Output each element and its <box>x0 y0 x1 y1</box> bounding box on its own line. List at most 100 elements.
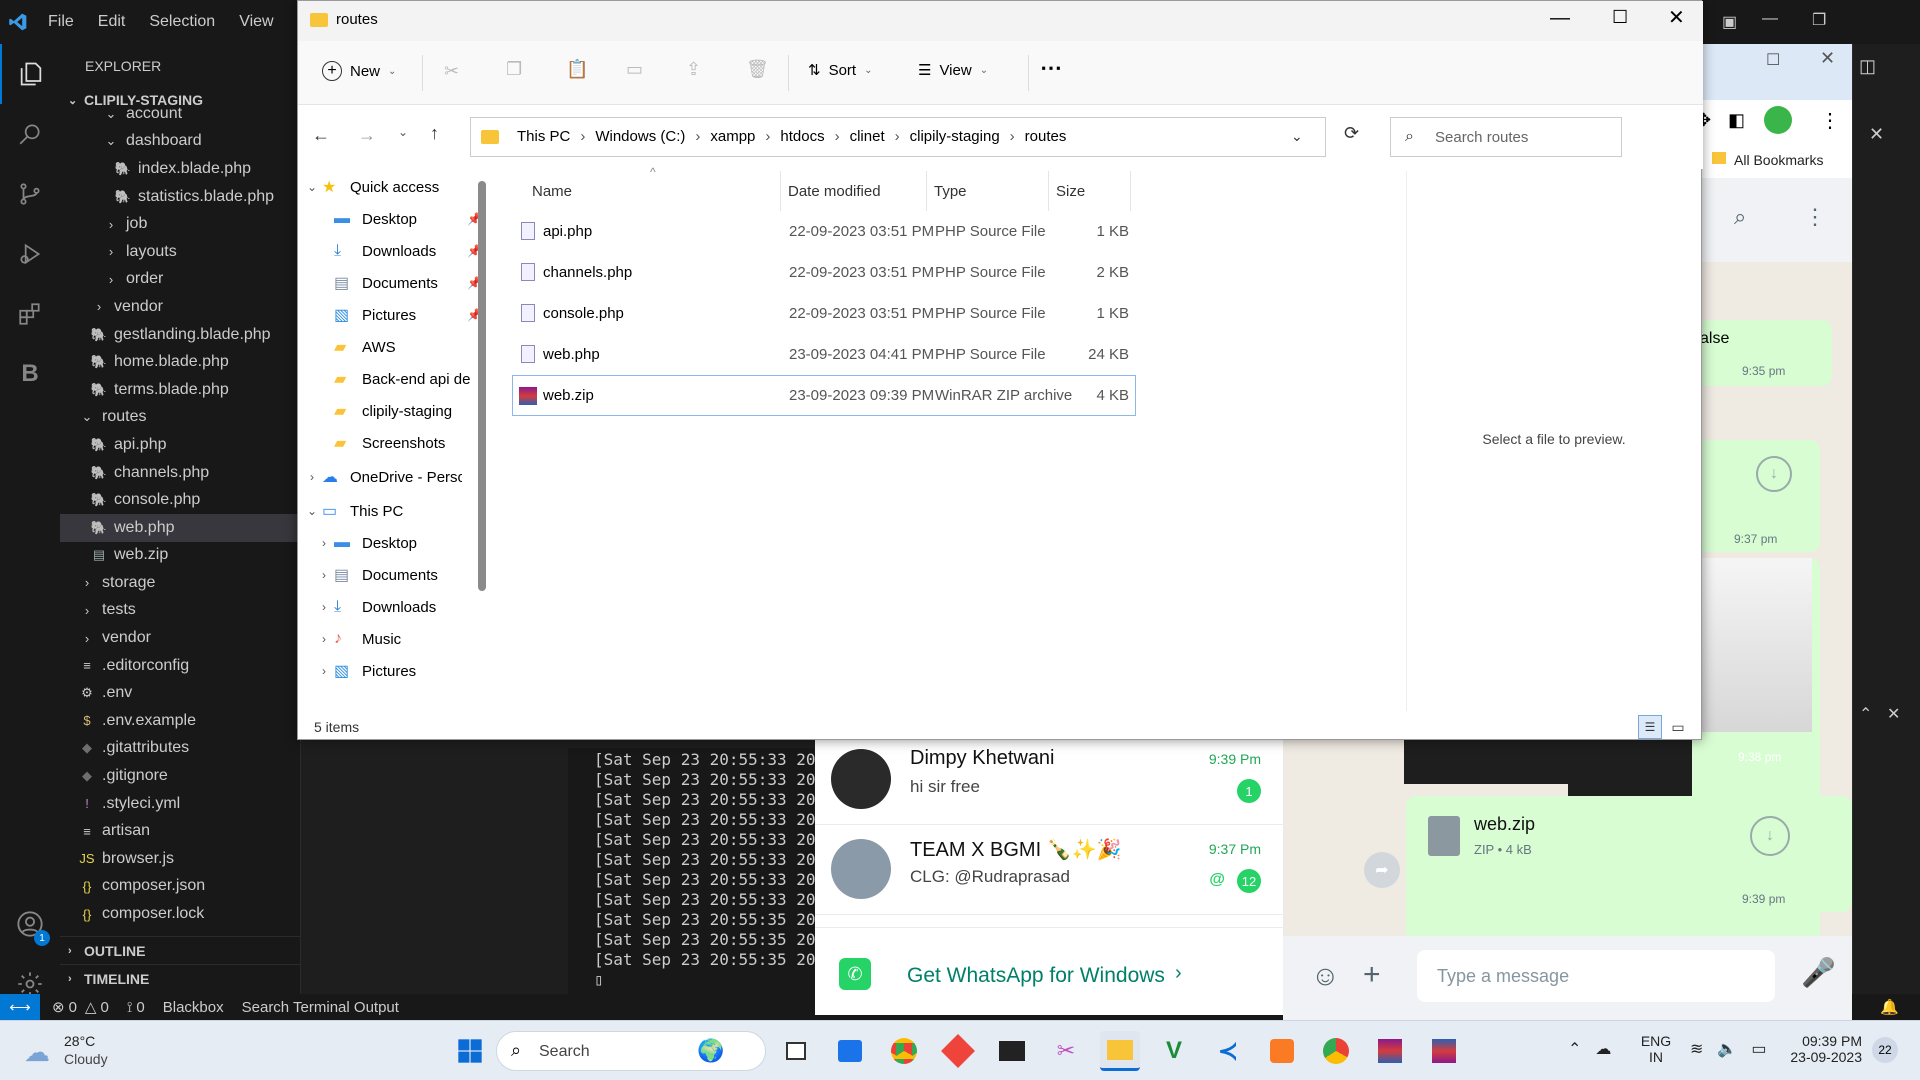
xampp-icon[interactable] <box>1262 1031 1302 1071</box>
column-name[interactable]: Name <box>532 171 572 211</box>
tree-item[interactable]: 🐘 gestlanding.blade.php <box>60 321 300 349</box>
chat-menu-icon[interactable]: ⋮ <box>1804 204 1826 230</box>
cut-icon[interactable]: ✂ <box>444 61 459 82</box>
search-icon[interactable] <box>0 104 60 164</box>
chevron-up-icon[interactable]: ⌃ <box>1568 1039 1581 1059</box>
nav-item[interactable]: ▬ Desktop 📌 <box>298 203 490 235</box>
tree-item[interactable]: › vendor <box>60 624 300 652</box>
rename-icon[interactable]: ▭ <box>626 59 643 80</box>
profile-avatar[interactable] <box>1764 106 1792 134</box>
tree-item[interactable]: ⌄ routes <box>60 404 300 432</box>
account-icon[interactable]: 1 <box>0 894 60 954</box>
problems-indicator[interactable]: ⊗ 0 △ 0 <box>52 998 109 1017</box>
remote-indicator-icon[interactable]: ⟷ <box>0 994 40 1020</box>
breadcrumb-separator-icon[interactable]: › <box>1006 128 1019 145</box>
attach-plus-icon[interactable]: + <box>1363 958 1381 992</box>
forward-arrow-icon[interactable]: → <box>358 125 376 146</box>
task-view-icon[interactable] <box>776 1031 816 1071</box>
breadcrumb-item[interactable]: xampp <box>704 128 761 145</box>
share-icon[interactable]: ⇪ <box>686 59 701 80</box>
bell-icon[interactable]: 🔔 <box>1880 998 1899 1016</box>
chrome-close-icon[interactable]: ✕ <box>1820 48 1835 69</box>
file-row[interactable]: console.php 22-09-2023 03:51 PM PHP Source… <box>512 293 1136 334</box>
tree-item[interactable]: 🐘 api.php <box>60 431 300 459</box>
timeline-section[interactable]: › TIMELINE <box>60 964 300 992</box>
file-row[interactable]: web.php 23-09-2023 04:41 PM PHP Source Fil… <box>512 334 1136 375</box>
menu-view[interactable]: View <box>227 13 285 31</box>
delete-icon[interactable]: 🗑 <box>746 59 769 80</box>
nav-scrollbar[interactable] <box>478 181 486 591</box>
outline-section[interactable]: › OUTLINE <box>60 936 300 964</box>
tree-item[interactable]: ⌄ dashboard <box>60 128 300 156</box>
recent-chevron-icon[interactable]: ⌄ <box>398 125 408 139</box>
extensions-icon[interactable] <box>0 284 60 344</box>
breadcrumb-item[interactable]: This PC <box>511 128 576 145</box>
copy-icon[interactable]: ❐ <box>506 59 522 80</box>
nav-item[interactable]: › ▤ Documents <box>298 559 490 591</box>
file-row[interactable]: channels.php 22-09-2023 03:51 PM PHP Sourc… <box>512 252 1136 293</box>
tree-item[interactable]: JS browser.js <box>60 845 300 873</box>
file-row[interactable]: web.zip 23-09-2023 09:39 PM WinRAR ZIP arc… <box>512 375 1136 416</box>
quick-settings[interactable]: ≋ 🔈 ▭ <box>1690 1039 1766 1059</box>
menu-selection[interactable]: Selection <box>137 13 227 31</box>
run-debug-icon[interactable] <box>0 224 60 284</box>
get-app-link[interactable]: Get WhatsApp for Windows <box>907 964 1165 988</box>
breadcrumb-item[interactable]: htdocs <box>774 128 830 145</box>
up-arrow-icon[interactable]: ↑ <box>430 123 439 144</box>
maximize-button[interactable]: ☐ <box>1612 7 1628 28</box>
tree-item[interactable]: {} composer.json <box>60 873 300 901</box>
breadcrumb-separator-icon[interactable]: › <box>831 128 844 145</box>
chrome-icon[interactable] <box>884 1031 924 1071</box>
explorer-files-icon[interactable] <box>0 44 60 104</box>
nav-item[interactable]: ▤ Documents 📌 <box>298 267 490 299</box>
tree-item[interactable]: ◆ .gitignore <box>60 762 300 790</box>
download-icon[interactable]: ↓ <box>1750 816 1790 856</box>
tree-item[interactable]: › job <box>60 210 300 238</box>
tree-item[interactable]: ≡ .editorconfig <box>60 652 300 680</box>
language-indicator[interactable]: ENG IN <box>1636 1033 1676 1065</box>
snipping-tool-icon[interactable]: ✂ <box>1046 1031 1086 1071</box>
nav-item[interactable]: › ☁ OneDrive - Person <box>298 461 490 493</box>
close-icon[interactable]: ✕ <box>1869 124 1884 145</box>
tree-item[interactable]: › vendor <box>60 293 300 321</box>
download-icon[interactable]: ↓ <box>1756 456 1792 492</box>
nav-item[interactable]: ⤓ Downloads 📌 <box>298 235 490 267</box>
chat-row[interactable]: Dimpy Khetwani hi sir free 9:39 Pm 1 <box>815 735 1283 825</box>
maximize-icon[interactable]: ❐ <box>1812 10 1826 30</box>
new-button[interactable]: + New ⌄ <box>322 61 396 81</box>
tiles-view-icon[interactable]: ▭ <box>1666 715 1690 739</box>
close-button[interactable]: ✕ <box>1668 5 1685 30</box>
tree-item[interactable]: › tests <box>60 597 300 625</box>
address-bar[interactable]: This PC › Windows (C:) › xampp › htdocs › clinet… <box>470 117 1326 157</box>
view-button[interactable]: ☰ View ⌄ <box>918 61 988 80</box>
taskbar-search[interactable]: ⌕ Search 🌍 <box>496 1031 766 1071</box>
close-panel-icon[interactable]: ✕ <box>1887 704 1900 724</box>
forward-icon[interactable]: ➦ <box>1364 852 1400 888</box>
nav-item[interactable]: › ♪ Music <box>298 623 490 655</box>
tree-item[interactable]: 🐘 index.blade.php <box>60 155 300 183</box>
tree-item[interactable]: › order <box>60 266 300 294</box>
search-terminal-output[interactable]: Search Terminal Output <box>242 999 399 1016</box>
chrome-maximize-icon[interactable]: ☐ <box>1766 50 1780 70</box>
zip-file-name[interactable]: web.zip <box>1474 814 1535 835</box>
all-bookmarks[interactable]: All Bookmarks <box>1734 152 1823 168</box>
nav-item[interactable]: ⌄ ▭ This PC <box>298 495 490 527</box>
tree-item[interactable]: 🐘 statistics.blade.php <box>60 183 300 211</box>
tree-item[interactable]: 🐘 channels.php <box>60 459 300 487</box>
breadcrumb-item[interactable]: Windows (C:) <box>589 128 691 145</box>
store-icon[interactable] <box>830 1031 870 1071</box>
file-explorer-taskbar-icon[interactable] <box>1100 1031 1140 1071</box>
nav-item[interactable]: ▰ Screenshots <box>298 427 490 459</box>
vscode-taskbar-icon[interactable]: ≺ <box>1208 1031 1248 1071</box>
image-thumbnail[interactable] <box>1692 558 1812 732</box>
refresh-icon[interactable]: ⟳ <box>1344 123 1359 144</box>
ports-indicator[interactable]: ⟟ 0 <box>127 999 145 1016</box>
address-dropdown-icon[interactable]: ⌄ <box>1291 128 1303 145</box>
sort-button[interactable]: ⇅ Sort ⌄ <box>808 61 872 80</box>
emoji-icon[interactable]: ☺ <box>1311 960 1340 992</box>
nav-item[interactable]: ▰ clipily-staging <box>298 395 490 427</box>
chrome-profile-icon[interactable] <box>1316 1031 1356 1071</box>
breadcrumb-separator-icon[interactable]: › <box>891 128 904 145</box>
tree-item[interactable]: ▤ web.zip <box>60 542 300 570</box>
minimize-icon[interactable]: — <box>1762 10 1778 28</box>
